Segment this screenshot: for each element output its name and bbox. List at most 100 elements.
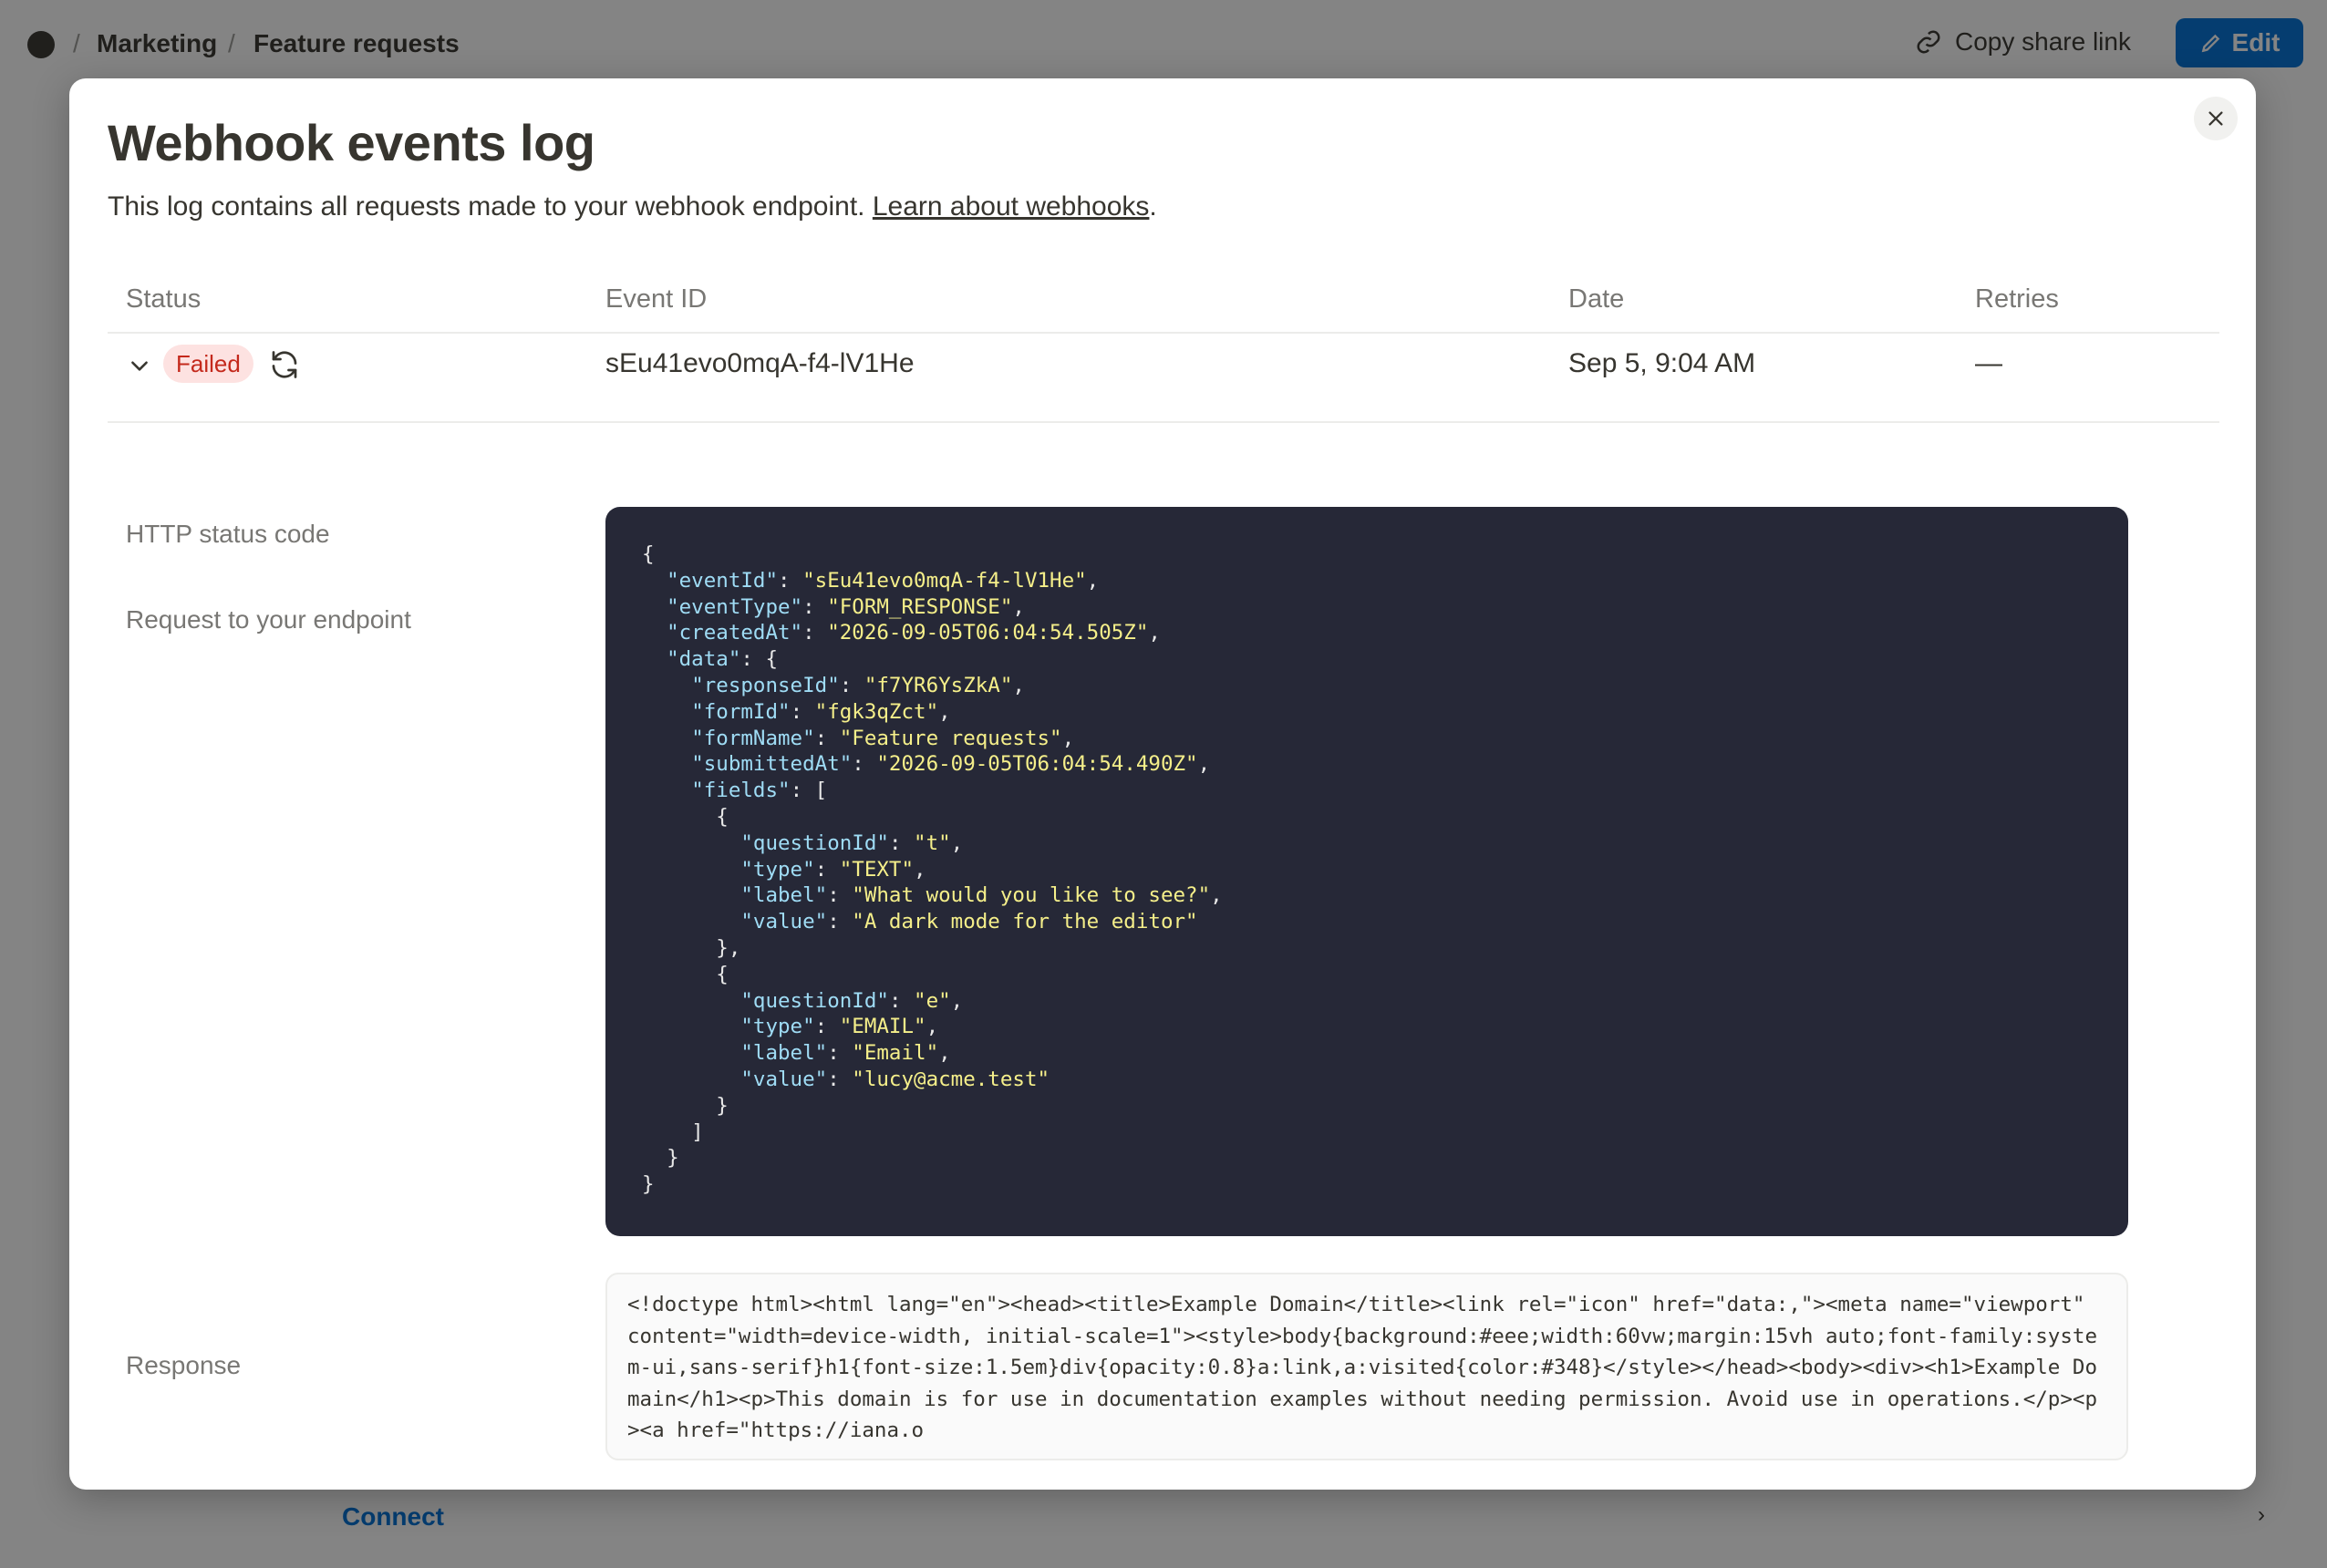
- json-punctuation: ,: [1012, 673, 1025, 697]
- json-string: "What would you like to see?": [852, 883, 1211, 908]
- json-string: "2026-09-05T06:04:54.505Z": [827, 621, 1149, 645]
- request-payload: { "eventId": "sEu41evo0mqA-f4-lV1He", "e…: [605, 507, 2128, 1233]
- json-punctuation: {: [642, 542, 655, 566]
- json-punctuation: :: [827, 1067, 853, 1091]
- close-icon: [2208, 111, 2223, 126]
- json-key: "label": [740, 1041, 828, 1066]
- json-punctuation: [642, 700, 691, 724]
- json-punctuation: :: [827, 910, 853, 934]
- json-punctuation: :: [852, 752, 877, 777]
- json-string: "Email": [852, 1041, 939, 1066]
- json-string: "f7YR6YsZkA": [864, 673, 1013, 697]
- json-key: "data": [667, 647, 741, 672]
- column-header-date: Date: [1568, 284, 1625, 314]
- json-punctuation: [642, 910, 740, 934]
- row-divider: [108, 421, 2219, 423]
- json-key: "type": [740, 857, 815, 882]
- column-header-event-id: Event ID: [605, 284, 708, 314]
- column-header-retries: Retries: [1975, 284, 2059, 314]
- json-string: "t": [914, 830, 951, 855]
- json-punctuation: [642, 727, 691, 750]
- json-string: "A dark mode for the editor": [852, 910, 1198, 934]
- retry-icon[interactable]: [268, 348, 301, 381]
- json-punctuation: [642, 858, 740, 882]
- json-string: "EMAIL": [839, 1015, 926, 1039]
- json-punctuation: :: [839, 673, 864, 697]
- json-punctuation: ,: [1061, 726, 1075, 750]
- json-key: "submittedAt": [691, 752, 853, 777]
- json-punctuation: ,: [1148, 621, 1161, 645]
- request-payload-code-block: { "eventId": "sEu41evo0mqA-f4-lV1He", "e…: [605, 507, 2128, 1236]
- json-punctuation: :: [778, 568, 803, 593]
- json-punctuation: [642, 752, 691, 776]
- json-string: "FORM_RESPONSE": [827, 594, 1013, 619]
- json-punctuation: {: [642, 804, 729, 829]
- json-key: "type": [740, 1015, 815, 1039]
- json-punctuation: : {: [740, 647, 779, 672]
- json-punctuation: :: [827, 883, 853, 908]
- json-punctuation: :: [814, 857, 840, 882]
- event-retries-value: —: [1975, 348, 2002, 378]
- json-key: "eventId": [667, 568, 779, 593]
- json-key: "questionId": [740, 988, 889, 1013]
- event-id-value: sEu41evo0mqA-f4-lV1He: [605, 348, 915, 378]
- json-punctuation: ,: [914, 857, 926, 882]
- json-punctuation: [642, 621, 667, 645]
- json-punctuation: ,: [938, 699, 951, 724]
- json-punctuation: {: [642, 962, 729, 986]
- learn-about-webhooks-link[interactable]: Learn about webhooks: [873, 191, 1150, 222]
- json-punctuation: :: [814, 1015, 840, 1039]
- json-punctuation: :: [814, 726, 840, 750]
- json-punctuation: [642, 1041, 740, 1065]
- json-key: "createdAt": [667, 621, 803, 645]
- json-punctuation: ,: [1012, 594, 1025, 619]
- json-punctuation: ]: [642, 1119, 704, 1144]
- json-string: "sEu41evo0mqA-f4-lV1He": [802, 568, 1087, 593]
- json-punctuation: [642, 779, 691, 802]
- description-text: This log contains all requests made to y…: [108, 191, 865, 222]
- event-date-value: Sep 5, 9:04 AM: [1568, 348, 1756, 378]
- json-punctuation: [642, 883, 740, 907]
- json-key: "formId": [691, 699, 791, 724]
- json-punctuation: ,: [926, 1015, 939, 1039]
- json-punctuation: [642, 1068, 740, 1091]
- chevron-down-icon[interactable]: [128, 354, 151, 377]
- json-punctuation: }: [642, 1093, 729, 1118]
- json-key: "formName": [691, 726, 815, 750]
- json-punctuation: ,: [938, 1041, 951, 1066]
- json-punctuation: [642, 569, 667, 593]
- json-punctuation: :: [802, 594, 828, 619]
- json-key: "label": [740, 883, 828, 908]
- json-string: "fgk3qZct": [814, 699, 939, 724]
- json-punctuation: : [: [790, 779, 828, 803]
- json-punctuation: [642, 1015, 740, 1038]
- column-header-status: Status: [126, 284, 202, 314]
- json-key: "value": [740, 1067, 828, 1091]
- json-punctuation: :: [888, 830, 915, 855]
- json-punctuation: :: [827, 1041, 853, 1066]
- json-punctuation: [642, 989, 740, 1013]
- json-punctuation: ,: [950, 830, 964, 855]
- json-string: "Feature requests": [839, 726, 1062, 750]
- json-punctuation: },: [642, 935, 741, 960]
- json-punctuation: [642, 595, 667, 619]
- json-key: "value": [740, 910, 828, 934]
- json-punctuation: }: [642, 1172, 655, 1197]
- json-punctuation: :: [888, 988, 915, 1013]
- response-body-box: <!doctype html><html lang="en"><head><ti…: [605, 1273, 2128, 1460]
- json-key: "responseId": [691, 673, 840, 697]
- request-label: Request to your endpoint: [126, 605, 411, 634]
- json-punctuation: ,: [1210, 883, 1223, 908]
- json-punctuation: ,: [1197, 752, 1211, 777]
- http-status-code-label: HTTP status code: [126, 520, 330, 548]
- webhook-events-log-dialog: Webhook events log This log contains all…: [69, 78, 2256, 1490]
- json-string: "lucy@acme.test": [852, 1067, 1050, 1091]
- json-string: "2026-09-05T06:04:54.490Z": [876, 752, 1198, 777]
- json-string: "e": [914, 988, 951, 1013]
- response-label: Response: [126, 1351, 242, 1379]
- close-button[interactable]: [2194, 97, 2238, 140]
- status-badge: Failed: [163, 345, 253, 383]
- json-punctuation: ,: [1086, 568, 1100, 593]
- json-string: "TEXT": [839, 857, 915, 882]
- json-punctuation: [642, 831, 740, 855]
